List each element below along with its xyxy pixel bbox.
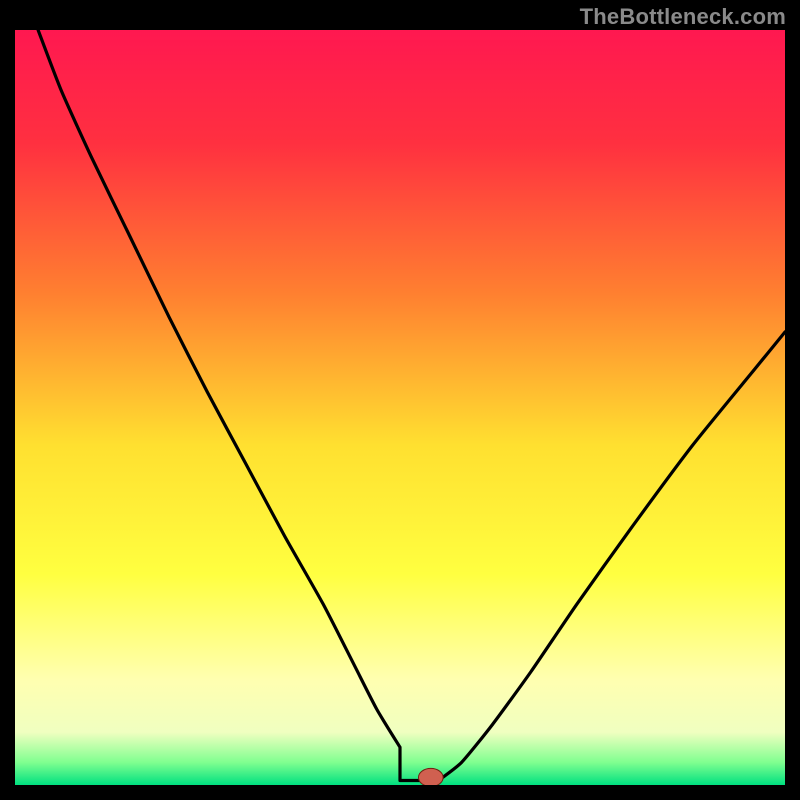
gradient-background: [15, 30, 785, 785]
watermark-text: TheBottleneck.com: [580, 4, 786, 30]
bottleneck-chart: [15, 30, 785, 785]
plot-area: [15, 30, 785, 785]
chart-frame: TheBottleneck.com: [0, 0, 800, 800]
optimal-point-marker: [418, 768, 443, 785]
